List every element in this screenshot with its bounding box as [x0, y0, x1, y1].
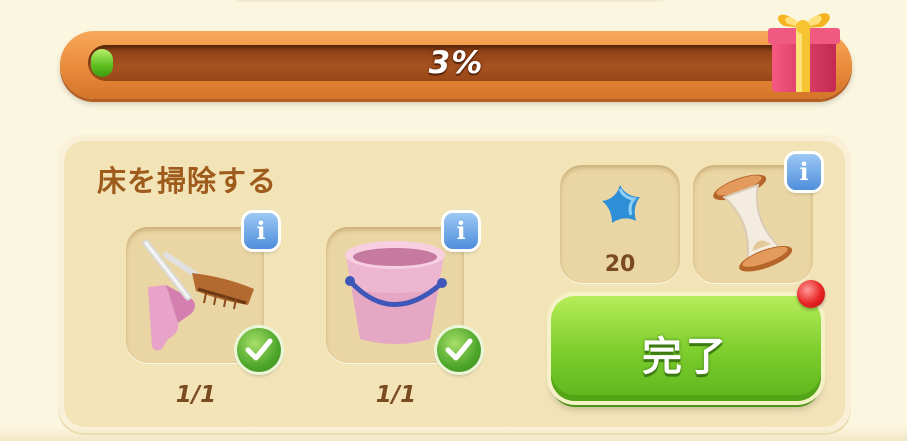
- complete-button[interactable]: 完了: [551, 296, 821, 401]
- info-button-dustpan[interactable]: i: [244, 213, 278, 249]
- completed-check-icon-dustpan: [237, 328, 281, 372]
- progress-bar: 3%: [60, 31, 852, 99]
- completed-check-icon-bucket: [437, 328, 481, 372]
- notification-dot: [797, 280, 825, 308]
- blue-star-icon: [602, 185, 640, 223]
- info-button-bucket[interactable]: i: [444, 213, 478, 249]
- top-strip: [230, 0, 670, 2]
- task-title: 床を掃除する: [97, 164, 278, 198]
- gift-box-icon[interactable]: [762, 0, 844, 98]
- reward-star-count: 20: [604, 252, 636, 277]
- progress-percent: 3%: [428, 45, 484, 81]
- info-button-time[interactable]: i: [787, 154, 821, 190]
- item-count-dustpan: 1/1: [175, 382, 217, 408]
- complete-button-label: 完了: [642, 335, 730, 379]
- item-count-bucket: 1/1: [375, 382, 417, 408]
